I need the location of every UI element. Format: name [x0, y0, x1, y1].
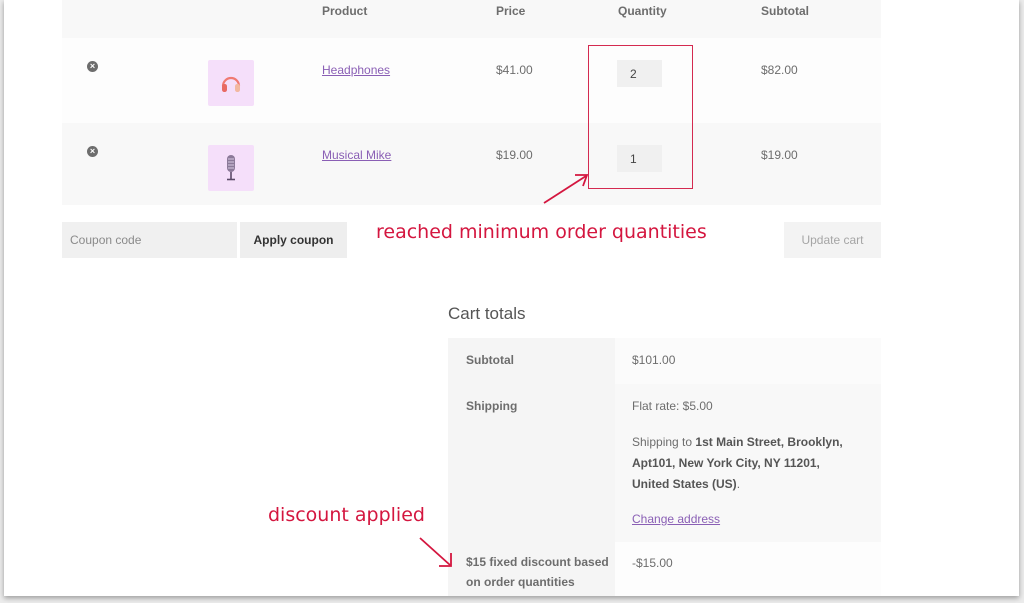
- change-address-link[interactable]: Change address: [632, 512, 720, 526]
- cart-table-header: Product Price Quantity Subtotal: [62, 0, 881, 38]
- apply-coupon-button[interactable]: Apply coupon: [240, 222, 347, 258]
- product-link-headphones[interactable]: Headphones: [322, 63, 390, 77]
- cart-item-row: × Musical Mike $19.00 $19.00: [62, 123, 881, 205]
- shipping-label: Shipping: [448, 384, 615, 542]
- quantity-annotation-arrow: [543, 174, 589, 204]
- shipping-rate: Flat rate: $5.00: [632, 399, 713, 413]
- shipping-to-suffix: .: [736, 477, 741, 491]
- cart-totals-title: Cart totals: [448, 304, 526, 323]
- microphone-icon: [227, 155, 235, 181]
- totals-row-subtotal: Subtotal $101.00: [448, 338, 881, 384]
- totals-row-shipping: Shipping Flat rate: $5.00 Shipping to 1s…: [448, 384, 881, 542]
- cart-table: Product Price Quantity Subtotal × Headph…: [62, 0, 881, 205]
- remove-item-icon[interactable]: ×: [87, 146, 98, 157]
- item-subtotal: $19.00: [761, 148, 798, 162]
- shipping-destination: Shipping to 1st Main Street, Brooklyn, A…: [632, 432, 857, 495]
- quantity-highlight-box: [588, 45, 693, 189]
- product-thumbnail[interactable]: [208, 145, 254, 191]
- column-header-price: Price: [496, 4, 526, 18]
- quantity-annotation-text: reached minimum order quantities: [376, 221, 707, 243]
- cart-totals-table: Subtotal $101.00 Shipping Flat rate: $5.…: [448, 338, 881, 596]
- discount-label: $15 fixed discount based on order quanti…: [448, 542, 615, 596]
- subtotal-value: $101.00: [615, 338, 881, 384]
- discount-annotation-arrow: [419, 537, 452, 567]
- remove-item-icon[interactable]: ×: [87, 61, 98, 72]
- discount-annotation-text: discount applied: [268, 504, 425, 526]
- column-header-quantity: Quantity: [618, 4, 667, 18]
- totals-row-discount: $15 fixed discount based on order quanti…: [448, 542, 881, 596]
- coupon-code-input[interactable]: [62, 222, 237, 258]
- shipping-to-prefix: Shipping to: [632, 435, 693, 449]
- item-price: $41.00: [496, 63, 533, 77]
- column-header-subtotal: Subtotal: [761, 4, 809, 18]
- shipping-value: Flat rate: $5.00 Shipping to 1st Main St…: [615, 384, 881, 542]
- discount-value: -$15.00: [615, 542, 881, 596]
- update-cart-button[interactable]: Update cart: [784, 222, 881, 258]
- item-subtotal: $82.00: [761, 63, 798, 77]
- product-link-musical-mike[interactable]: Musical Mike: [322, 148, 391, 162]
- cart-page: Product Price Quantity Subtotal × Headph…: [4, 0, 1019, 596]
- column-header-product: Product: [322, 4, 368, 18]
- product-thumbnail[interactable]: [208, 60, 254, 106]
- item-price: $19.00: [496, 148, 533, 162]
- headphones-icon: [221, 76, 241, 92]
- cart-item-row: × Headphones $41.00 $82.00: [62, 38, 881, 123]
- subtotal-label: Subtotal: [448, 338, 615, 384]
